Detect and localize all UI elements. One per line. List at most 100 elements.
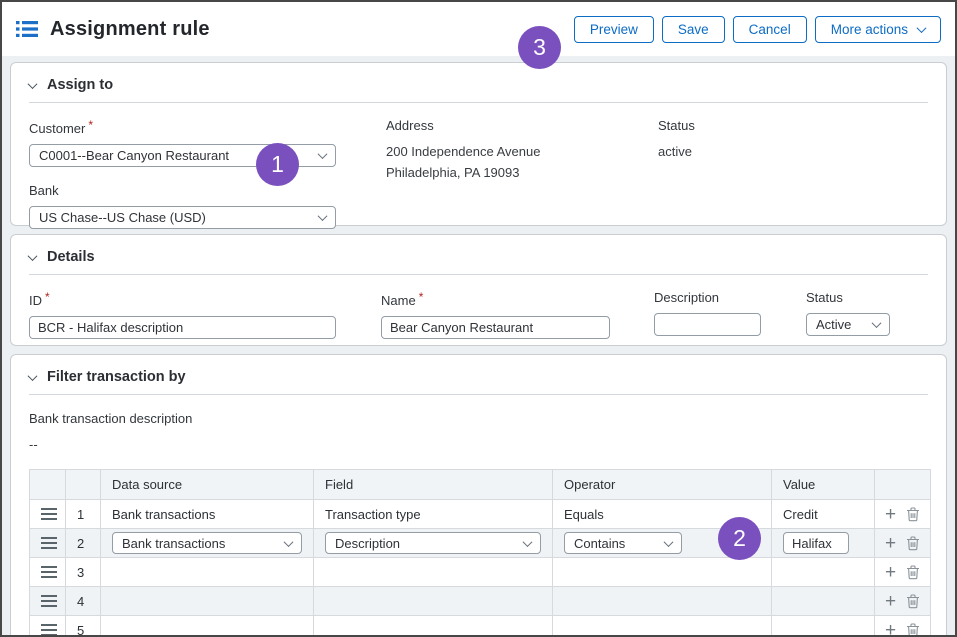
section-title: Details	[47, 249, 95, 265]
bank-select-value: US Chase--US Chase (USD)	[39, 210, 206, 225]
chevron-down-icon	[284, 537, 294, 547]
chevron-down-icon	[872, 318, 882, 328]
table-row: 1 Bank transactions Transaction type Equ…	[30, 500, 931, 529]
assign-to-section: Assign to Customer* C0001--Bear Canyon R…	[10, 62, 947, 226]
value-input[interactable]	[783, 532, 849, 554]
collapse-chevron-icon[interactable]	[28, 371, 38, 381]
address-line2: Philadelphia, PA 19093	[386, 162, 646, 183]
table-row: 3 +	[30, 558, 931, 587]
details-section: Details ID* Name* Description	[10, 234, 947, 346]
bank-label: Bank	[29, 183, 336, 198]
row-number: 4	[66, 587, 101, 616]
delete-row-icon[interactable]	[906, 623, 920, 637]
name-input[interactable]	[381, 316, 610, 339]
column-header-data-source: Data source	[101, 470, 314, 500]
address-line1: 200 Independence Avenue	[386, 141, 646, 162]
row-number-column-header	[66, 470, 101, 500]
chevron-down-icon	[917, 23, 927, 33]
operator-cell	[553, 587, 772, 616]
status-label: Status	[658, 118, 695, 133]
chevron-down-icon	[664, 537, 674, 547]
field-cell	[314, 587, 553, 616]
details-status-label: Status	[806, 290, 890, 305]
field-select[interactable]: Description	[325, 532, 541, 554]
row-number: 5	[66, 616, 101, 637]
details-status-value: Active	[816, 317, 851, 332]
add-row-icon[interactable]: +	[885, 534, 896, 553]
required-asterisk: *	[419, 290, 424, 304]
field-cell	[314, 616, 553, 637]
id-label: ID*	[29, 290, 336, 308]
annotation-step-3: 3	[518, 26, 561, 69]
add-row-icon[interactable]: +	[885, 505, 896, 524]
drag-handle[interactable]	[41, 566, 57, 578]
bank-transaction-description-label: Bank transaction description	[29, 411, 928, 426]
data-source-cell	[101, 558, 314, 587]
operator-cell	[553, 616, 772, 637]
annotation-step-2: 2	[718, 517, 761, 560]
annotation-step-1: 1	[256, 143, 299, 186]
value-cell: Credit	[772, 500, 875, 529]
chevron-down-icon	[318, 211, 328, 221]
filter-conditions-table: Data source Field Operator Value 1 Bank …	[29, 469, 931, 637]
more-actions-button[interactable]: More actions	[815, 16, 941, 43]
add-row-icon[interactable]: +	[885, 563, 896, 582]
field-cell	[314, 558, 553, 587]
actions-column-header	[875, 470, 931, 500]
address-label: Address	[386, 118, 646, 133]
table-row: 2 Bank transactions Description	[30, 529, 931, 558]
data-source-cell	[101, 616, 314, 637]
field-select-value: Description	[335, 536, 400, 551]
value-cell	[772, 558, 875, 587]
delete-row-icon[interactable]	[906, 594, 920, 609]
column-header-value: Value	[772, 470, 875, 500]
drag-handle[interactable]	[41, 595, 57, 607]
status-value: active	[658, 141, 695, 162]
data-source-select-value: Bank transactions	[122, 536, 225, 551]
delete-row-icon[interactable]	[906, 536, 920, 551]
name-label: Name*	[381, 290, 610, 308]
page-title: Assignment rule	[50, 18, 210, 41]
add-row-icon[interactable]: +	[885, 621, 896, 637]
table-row: 4 +	[30, 587, 931, 616]
cancel-button[interactable]: Cancel	[733, 16, 807, 43]
chevron-down-icon	[523, 537, 533, 547]
drag-handle[interactable]	[41, 537, 57, 549]
filter-header: Filter transaction by	[29, 355, 928, 395]
operator-cell	[553, 558, 772, 587]
list-icon[interactable]	[16, 20, 38, 38]
save-button[interactable]: Save	[662, 16, 725, 43]
handle-column-header	[30, 470, 66, 500]
form-body: Assign to Customer* C0001--Bear Canyon R…	[2, 56, 955, 637]
drag-handle[interactable]	[41, 624, 57, 636]
preview-button[interactable]: Preview	[574, 16, 654, 43]
value-cell	[772, 616, 875, 637]
operator-select[interactable]: Contains	[564, 532, 682, 554]
column-header-field: Field	[314, 470, 553, 500]
section-title: Assign to	[47, 77, 113, 93]
details-status-select[interactable]: Active	[806, 313, 890, 336]
collapse-chevron-icon[interactable]	[28, 251, 38, 261]
description-input[interactable]	[654, 313, 761, 336]
action-button-group: Preview Save Cancel More actions	[574, 16, 941, 43]
column-header-operator: Operator	[553, 470, 772, 500]
filter-section: Filter transaction by Bank transaction d…	[10, 354, 947, 637]
data-source-cell: Bank transactions	[101, 500, 314, 529]
id-input[interactable]	[29, 316, 336, 339]
data-source-select[interactable]: Bank transactions	[112, 532, 302, 554]
add-row-icon[interactable]: +	[885, 592, 896, 611]
row-number: 2	[66, 529, 101, 558]
customer-label: Customer*	[29, 118, 336, 136]
bank-select[interactable]: US Chase--US Chase (USD)	[29, 206, 336, 229]
top-bar: Assignment rule Preview Save Cancel More…	[2, 2, 955, 56]
collapse-chevron-icon[interactable]	[28, 79, 38, 89]
delete-row-icon[interactable]	[906, 507, 920, 522]
assignment-rule-page: Assignment rule Preview Save Cancel More…	[0, 0, 957, 637]
description-label: Description	[654, 290, 761, 305]
required-asterisk: *	[88, 118, 93, 132]
table-row: 5 +	[30, 616, 931, 637]
field-cell: Transaction type	[314, 500, 553, 529]
data-source-cell	[101, 587, 314, 616]
drag-handle[interactable]	[41, 508, 57, 520]
delete-row-icon[interactable]	[906, 565, 920, 580]
